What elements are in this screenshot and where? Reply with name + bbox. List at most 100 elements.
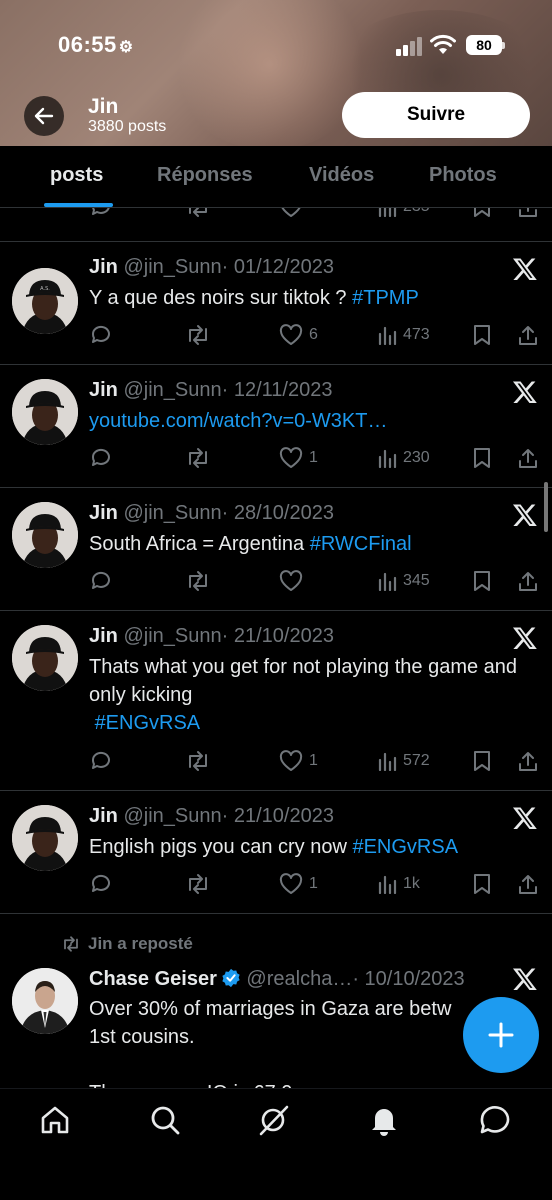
- post-item[interactable]: A.S. Jin @jin_Sunn· 01/12/2023 Y a que d…: [0, 242, 552, 365]
- post-item[interactable]: Jin @jin_Sunn· 21/10/2023 Thats what you…: [0, 611, 552, 791]
- views-button[interactable]: 572: [377, 748, 430, 774]
- active-tab-indicator: [44, 203, 113, 207]
- post-text: English pigs you can cry now #ENGvRSA: [89, 833, 529, 861]
- like-button[interactable]: 1: [279, 871, 318, 897]
- post-item[interactable]: Jin @jin_Sunn· 28/10/2023 South Africa =…: [0, 488, 552, 611]
- tab-posts[interactable]: posts: [50, 164, 103, 187]
- views-button[interactable]: 345: [377, 568, 430, 594]
- avatar[interactable]: [12, 502, 78, 568]
- post-body-line: Over 30% of marriages in Gaza are betw: [89, 998, 452, 1020]
- share-icon[interactable]: [517, 568, 539, 594]
- post-item[interactable]: Jin @jin_Sunn· 21/10/2023 English pigs y…: [0, 791, 552, 914]
- hashtag-link[interactable]: #TPMP: [352, 287, 419, 309]
- like-button[interactable]: 6: [279, 322, 318, 348]
- post-link[interactable]: youtube.com/watch?v=0-W3KT…: [89, 410, 387, 432]
- retweet-icon[interactable]: [185, 322, 211, 348]
- bookmark-icon[interactable]: [472, 445, 492, 471]
- views-button[interactable]: 473: [377, 322, 430, 348]
- post-text: Thats what you get for not playing the g…: [89, 653, 529, 737]
- home-icon[interactable]: [38, 1103, 72, 1137]
- post-date: · 28/10/2023: [221, 502, 334, 524]
- messages-icon[interactable]: [478, 1103, 512, 1137]
- retweet-icon[interactable]: [185, 568, 211, 594]
- author-handle[interactable]: @jin_Sunn: [123, 379, 221, 401]
- post-text: Y a que des noirs sur tiktok ? #TPMP: [89, 284, 529, 312]
- reply-icon[interactable]: [89, 748, 113, 774]
- bookmark-icon[interactable]: [472, 208, 492, 220]
- tab-videos[interactable]: Vidéos: [309, 164, 374, 187]
- bookmark-icon[interactable]: [472, 748, 492, 774]
- share-icon[interactable]: [517, 445, 539, 471]
- author-handle[interactable]: @jin_Sunn: [123, 625, 221, 647]
- post-text: South Africa = Argentina #RWCFinal: [89, 530, 529, 558]
- author-name[interactable]: Jin: [89, 625, 118, 647]
- retweet-icon[interactable]: [185, 445, 211, 471]
- avatar[interactable]: [12, 625, 78, 691]
- x-logo-icon: [512, 807, 537, 830]
- post-actions: 1 230: [89, 445, 539, 471]
- share-icon[interactable]: [517, 208, 539, 220]
- author-handle[interactable]: @jin_Sunn: [123, 256, 221, 278]
- like-icon[interactable]: [279, 208, 303, 220]
- views-count: 235: [403, 208, 430, 216]
- search-icon[interactable]: [148, 1103, 182, 1137]
- author-name[interactable]: Jin: [89, 379, 118, 401]
- like-button[interactable]: [279, 568, 303, 594]
- like-icon: [279, 447, 303, 468]
- back-button[interactable]: [24, 96, 64, 136]
- reply-icon[interactable]: [89, 445, 113, 471]
- follow-button[interactable]: Suivre: [342, 92, 530, 138]
- retweet-icon[interactable]: [185, 208, 211, 220]
- author-handle[interactable]: @realcha…: [246, 968, 352, 990]
- bookmark-icon[interactable]: [472, 568, 492, 594]
- hashtag-link[interactable]: #ENGvRSA: [352, 836, 458, 858]
- compose-button[interactable]: [463, 997, 539, 1073]
- reply-icon[interactable]: [89, 322, 113, 348]
- author-name[interactable]: Jin: [89, 256, 118, 278]
- avatar[interactable]: A.S.: [12, 268, 78, 334]
- post-item[interactable]: Jin @jin_Sunn· 12/11/2023 youtube.com/wa…: [0, 365, 552, 488]
- scrollbar[interactable]: [544, 482, 548, 532]
- author-name[interactable]: Chase Geiser: [89, 968, 217, 990]
- x-logo-icon: [512, 258, 537, 281]
- tab-replies[interactable]: Réponses: [157, 164, 253, 187]
- retweet-icon[interactable]: [185, 748, 211, 774]
- hashtag-link[interactable]: #RWCFinal: [310, 533, 412, 555]
- author-handle[interactable]: @jin_Sunn: [123, 502, 221, 524]
- views-button[interactable]: 1k: [377, 871, 420, 897]
- reply-icon[interactable]: [89, 208, 113, 220]
- bookmark-icon[interactable]: [472, 871, 492, 897]
- x-logo-icon: [512, 381, 537, 404]
- post-actions: 1 1k: [89, 871, 539, 897]
- avatar[interactable]: [12, 379, 78, 445]
- post-header: Chase Geiser @realcha…· 10/10/2023: [89, 968, 465, 991]
- repost-item[interactable]: Jin a reposté Chase Geiser @realcha…· 10…: [0, 914, 552, 1088]
- share-icon[interactable]: [517, 871, 539, 897]
- share-icon[interactable]: [517, 322, 539, 348]
- reply-icon[interactable]: [89, 871, 113, 897]
- reply-icon[interactable]: [89, 568, 113, 594]
- bookmark-icon[interactable]: [472, 322, 492, 348]
- like-button[interactable]: 1: [279, 445, 318, 471]
- like-button[interactable]: 1: [279, 748, 318, 774]
- avatar[interactable]: [12, 968, 78, 1034]
- bottom-navigation: [0, 1088, 552, 1200]
- hashtag-link[interactable]: #ENGvRSA: [95, 712, 201, 734]
- svg-text:A.S.: A.S.: [40, 286, 50, 292]
- posts-feed[interactable]: 235 A.S. Jin @jin_Sunn· 01/12/2023 Y a q…: [0, 208, 552, 1088]
- retweet-icon[interactable]: [185, 871, 211, 897]
- author-name[interactable]: Jin: [89, 502, 118, 524]
- views-button[interactable]: 235: [377, 208, 430, 220]
- author-handle[interactable]: @jin_Sunn: [123, 805, 221, 827]
- notifications-icon[interactable]: [367, 1103, 401, 1137]
- verified-icon: [222, 968, 240, 988]
- tab-photos[interactable]: Photos: [429, 164, 497, 187]
- views-button[interactable]: 230: [377, 445, 430, 471]
- views-count: 345: [403, 572, 430, 589]
- post-body: Y a que des noirs sur tiktok ?: [89, 287, 353, 309]
- avatar[interactable]: [12, 805, 78, 871]
- author-name[interactable]: Jin: [89, 805, 118, 827]
- share-icon[interactable]: [517, 748, 539, 774]
- back-arrow-icon: [34, 107, 54, 125]
- grok-icon[interactable]: [257, 1103, 291, 1137]
